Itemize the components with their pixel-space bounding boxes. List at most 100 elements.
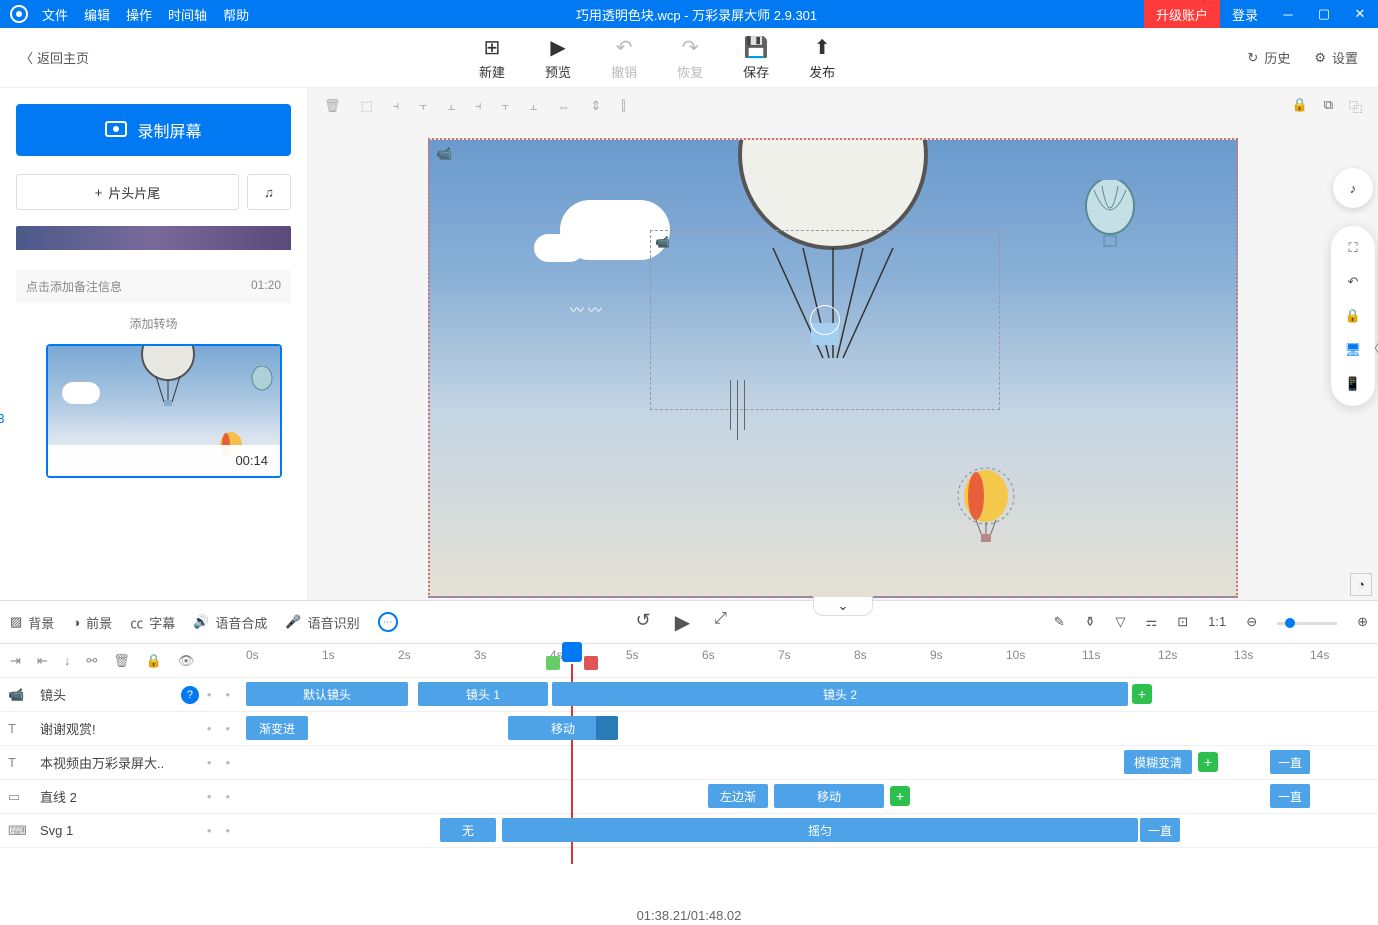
ratio-icon[interactable]: 1:1 (1208, 614, 1226, 630)
undo-button[interactable]: ↶撤销 (611, 35, 637, 81)
minimap-toggle[interactable]: ◔ (1350, 573, 1372, 596)
track-lane[interactable]: 模糊变清 + 一直 (246, 746, 1378, 779)
add-transition-link[interactable]: 添加转场 (16, 315, 291, 332)
track-name[interactable]: 直线 2 (40, 787, 199, 806)
align-top-icon[interactable]: ⫞ (475, 98, 482, 114)
save-button[interactable]: 💾保存 (743, 35, 769, 81)
duplicate-icon[interactable]: ⿻ (1349, 97, 1362, 116)
funnel-icon[interactable]: ▽ (1116, 614, 1126, 630)
undo-tool-icon[interactable]: ↶ (1348, 274, 1359, 290)
desktop-view-icon[interactable]: 🖥 (1345, 342, 1362, 358)
tab-asr[interactable]: 🎤语音识别 (285, 613, 359, 632)
menu-help[interactable]: 帮助 (223, 5, 249, 24)
tab-background[interactable]: ▨背景 (10, 613, 54, 632)
collapse-right-icon[interactable]: 〈 (1367, 338, 1378, 357)
fullscreen-icon[interactable]: ⤢ (714, 610, 727, 635)
settings-button[interactable]: ⚙设置 (1314, 48, 1358, 67)
marker-green[interactable] (546, 656, 560, 670)
timeline-clip[interactable]: 一直 (1270, 750, 1310, 774)
crop-icon[interactable]: ⬚ (361, 98, 373, 114)
align-middle-icon[interactable]: ⫟ (502, 98, 510, 114)
help-icon[interactable]: ? (181, 686, 199, 704)
minimize-button[interactable]: ─ (1270, 0, 1306, 28)
timeline-clip[interactable]: 渐变进 (246, 716, 308, 740)
close-button[interactable]: ✕ (1342, 0, 1378, 28)
track-options[interactable]: •• (207, 789, 230, 804)
mobile-view-icon[interactable]: 📱 (1345, 376, 1361, 392)
settings2-icon[interactable]: ⚎ (1146, 614, 1158, 630)
scene-note-input[interactable]: 点击添加备注信息01:20 (16, 270, 291, 303)
add-clip-button[interactable]: + (1198, 752, 1218, 772)
canvas-stage[interactable]: 📹 〰 〰 谢谢观赏! 📹 (428, 138, 1238, 598)
zoom-slider[interactable] (1277, 622, 1337, 625)
login-button[interactable]: 登录 (1220, 5, 1270, 24)
track-name[interactable]: 谢谢观赏! (40, 719, 199, 738)
lock-layer-icon[interactable]: 🔒 (146, 653, 162, 669)
add-clip-button[interactable]: + (1132, 684, 1152, 704)
copy-icon[interactable]: ⧉ (1324, 97, 1333, 116)
align-right-icon[interactable]: ⫠ (447, 98, 455, 114)
tab-tts[interactable]: 🔊语音合成 (193, 613, 267, 632)
align-center-h-icon[interactable]: ⫟ (419, 98, 427, 114)
add-clip-button[interactable]: + (890, 786, 910, 806)
head-tail-button[interactable]: +片头片尾 (16, 174, 239, 210)
more-tabs-button[interactable]: ⋯ (378, 612, 398, 632)
redo-button[interactable]: ↷恢复 (677, 35, 703, 81)
track-name[interactable]: Svg 1 (40, 823, 199, 838)
zoom-in-icon[interactable]: ⊕ (1357, 614, 1368, 630)
timeline-clip[interactable]: 无 (440, 818, 496, 842)
marker-red[interactable] (584, 656, 598, 670)
track-options[interactable]: •• (207, 823, 230, 838)
history-button[interactable]: ↻历史 (1247, 48, 1290, 67)
menu-edit[interactable]: 编辑 (84, 5, 110, 24)
tab-foreground[interactable]: ◑前景 (72, 613, 112, 632)
timeline-clip[interactable]: 左边渐 (708, 784, 768, 808)
timeline-clip[interactable]: 一直 (1140, 818, 1180, 842)
timeline-clip[interactable]: 镜头 1 (418, 682, 548, 706)
publish-button[interactable]: ⬆发布 (809, 35, 835, 81)
trash-icon[interactable]: 🗑 (113, 653, 130, 669)
lock-icon[interactable]: 🔒 (1292, 97, 1308, 116)
selection-box[interactable]: 📹 (650, 230, 1000, 410)
track-options[interactable]: •• (207, 721, 230, 736)
upgrade-button[interactable]: 升级账户 (1144, 0, 1220, 28)
menu-timeline[interactable]: 时间轴 (168, 5, 207, 24)
spacing-icon[interactable]: ⫿ (621, 98, 625, 114)
track-lane[interactable]: 默认镜头镜头 1镜头 2+ (246, 678, 1378, 711)
filter-icon[interactable]: ⚱ (1085, 614, 1096, 630)
distribute-h-icon[interactable]: ⇔ (557, 99, 570, 114)
fit-screen-icon[interactable]: ⛶ (1348, 240, 1357, 256)
track-options[interactable]: •• (207, 755, 230, 770)
music-button[interactable]: ♫ (247, 174, 291, 210)
collapse-handle[interactable]: ⌄ (813, 596, 873, 616)
zoom-out-icon[interactable]: ⊖ (1246, 614, 1257, 630)
track-lane[interactable]: 无摇匀一直 (246, 814, 1378, 847)
new-button[interactable]: ⊞新建 (479, 35, 505, 81)
record-screen-button[interactable]: 录制屏幕 (16, 104, 291, 156)
distribute-v-icon[interactable]: ⇕ (590, 98, 601, 114)
lock-tool-icon[interactable]: 🔒 (1345, 308, 1361, 324)
scene-thumbnail[interactable]: 00:14 (46, 344, 282, 478)
rewind-icon[interactable]: ↺ (636, 610, 651, 635)
timeline-clip[interactable]: 摇匀 (502, 818, 1138, 842)
layer-down-icon[interactable]: ↓ (64, 653, 71, 668)
menu-operate[interactable]: 操作 (126, 5, 152, 24)
track-name[interactable]: 镜头 (40, 685, 173, 704)
timeline-clip[interactable]: 一直 (1270, 784, 1310, 808)
back-home-link[interactable]: 〈 返回主页 (20, 48, 89, 67)
timeline-clip[interactable]: 镜头 2 (552, 682, 1128, 706)
delete-icon[interactable]: 🗑 (324, 98, 341, 114)
link-icon[interactable]: ⚯ (86, 653, 97, 669)
tab-subtitle[interactable]: ㏄字幕 (130, 613, 175, 632)
track-lane[interactable]: 左边渐移动 + 一直 (246, 780, 1378, 813)
align-bottom-icon[interactable]: ⫠ (529, 98, 537, 114)
maximize-button[interactable]: ▢ (1306, 0, 1342, 28)
timeline-clip[interactable]: 移动 (774, 784, 884, 808)
timeline-clip[interactable]: 模糊变清 (1124, 750, 1192, 774)
timeline-clip[interactable]: 移动 (508, 716, 618, 740)
play-button[interactable]: ▶ (675, 610, 690, 635)
track-options[interactable]: •• (207, 687, 230, 702)
export-icon[interactable]: ⇤ (37, 653, 48, 669)
align-left-icon[interactable]: ⫞ (393, 98, 400, 114)
timeline-clip[interactable]: 默认镜头 (246, 682, 408, 706)
